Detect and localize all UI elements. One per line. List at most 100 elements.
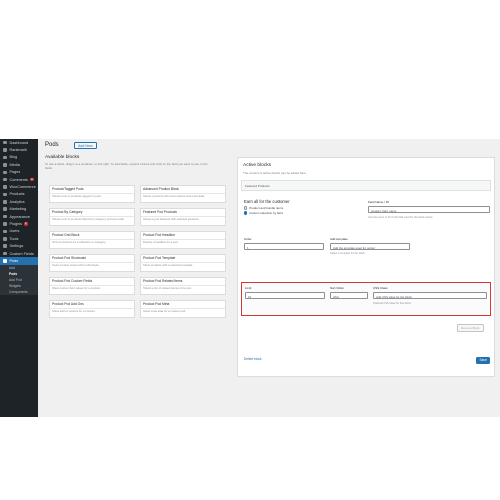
sidebar-item-rankmath[interactable]: Rankmath [0,146,38,153]
block-section-title: Featured Products [245,184,270,188]
sidebar-item-label: Users [9,229,20,234]
sidebar-item-pods[interactable]: Pods [0,257,38,265]
field-name-help: Use the name or ID of the field used for… [368,216,434,219]
block-title: Product Grid Block [50,232,134,240]
sidebar-item-appearance[interactable]: Appearance [0,213,38,220]
comments-count-badge: 3 [29,176,34,182]
add-new-button[interactable]: Add New [74,142,97,150]
block-title: Product Pod Template [141,255,225,263]
brush-icon [3,214,7,219]
sidebar-item-marketing[interactable]: Marketing [0,206,38,213]
block-description: Insert product output with a shortcode. [52,263,100,268]
sidebar-item-label: Media [9,162,20,167]
dashboard-icon [3,140,7,145]
block-title: Product By Category [50,209,134,217]
block-card[interactable]: Product Pod Custom Fields Show custom fie… [49,277,135,295]
radio-unchecked-icon [244,206,248,210]
block-card[interactable]: Product/Tagged Pods Shows a list of produ… [49,185,135,203]
limit-input[interactable]: 10 [245,292,325,299]
sidebar-item-pages[interactable]: Pages [0,169,38,176]
radio-option[interactable]: Product and bundle items [244,206,283,210]
sidebar-item-custom-fields[interactable]: Custom Fields [0,250,38,257]
product-icon [3,192,7,197]
order-input[interactable]: 1 [244,243,324,250]
sidebar-item-label: Comments [9,177,28,182]
add-template-label: Add template [330,237,348,241]
sidebar-item-label: Dashboard [9,140,29,145]
active-blocks-panel: Active blocks The content of active bloc… [237,157,495,377]
sidebar-item-label: Pods [9,258,19,263]
sidebar-item-users[interactable]: Users [0,228,38,235]
wrench-icon [3,237,7,241]
add-template-help: Select a template for the block. [330,252,366,255]
field-name-input[interactable]: product_field_name [368,206,490,213]
plugins-count-badge: 2 [23,221,28,226]
block-description: Display a headline for a pod. [143,240,179,245]
block-description: Show custom field values for a product. [52,286,101,291]
block-card[interactable]: Featured Pod Products Shows a pod feature… [140,208,226,226]
block-card[interactable]: Advanced Product Block Shows products wit… [140,185,226,203]
radio-label: Product and bundle items [249,206,284,210]
radio-label: Custom selection by field [249,211,283,215]
block-card[interactable]: Product Pod Template Show products with a… [140,254,226,272]
block-card[interactable]: Product Pod Headline Display a headline f… [140,231,226,249]
css-class-help: Optional CSS class for this block. [373,302,412,305]
radio-option[interactable]: Custom selection by field [244,211,283,215]
css-class-input[interactable]: Add CSS class for the block [373,292,487,299]
block-title: Product Pod Custom Fields [50,278,134,286]
remove-block-button[interactable]: Remove Block [457,324,484,332]
block-card[interactable]: Product By Category Shows a list of produ… [49,208,135,226]
block-description: Show add on options for a product. [52,309,96,314]
add-template-select[interactable]: Add the template used for output [330,243,410,250]
block-title: Advanced Product Block [141,186,225,194]
block-card[interactable]: Product Grid Block Grid of products for a… [49,231,135,249]
sidebar-item-label: Custom Fields [9,251,34,256]
sidebar-item-comments[interactable]: Comments 3 [0,176,38,183]
sidebar-item-tools[interactable]: Tools [0,235,38,242]
fields-icon [3,251,7,256]
page-title: Pods [45,142,59,148]
plugin-icon [3,222,7,226]
order-label: Order [244,237,252,241]
megaphone-icon [3,207,7,211]
settings-icon [3,244,7,248]
sidebar-item-label: WooCommerce [9,185,36,190]
block-description: Shows products with extra options and me… [143,194,205,199]
block-section-header[interactable]: Featured Products [241,180,491,191]
block-card[interactable]: Product Pod Add Ons Show add on options f… [49,300,135,318]
sidebar-item-plugins[interactable]: Plugins 2 [0,220,38,227]
css-class-label: CSS Class [373,286,388,290]
sidebar-item-label: Blog [9,155,18,160]
block-description: Show products with a selected template. [143,263,194,268]
sidebar-item-media[interactable]: Media [0,161,38,168]
comment-icon [3,177,7,182]
delete-block-link[interactable]: Delete block [244,357,262,361]
page-icon [3,170,7,174]
sidebar-item-settings[interactable]: Settings [0,242,38,249]
available-blocks-description: To use a block, drag it to a container o… [45,162,208,171]
sidebar-item-blog[interactable]: Blog [0,154,38,161]
sidebar-item-woocommerce[interactable]: WooCommerce [0,183,38,190]
sidebar-item-label: Products [9,192,25,197]
woocommerce-icon [3,185,7,189]
sort-order-select[interactable]: ASC [330,292,368,299]
sidebar-item-label: Pages [9,170,21,175]
user-icon [3,229,7,234]
pin-icon [3,155,7,160]
save-button[interactable]: Save [476,357,491,364]
sidebar-item-analytics[interactable]: Analytics [0,198,38,205]
block-card[interactable]: Product Pod Shortcode Insert product outp… [49,254,135,272]
block-title: Product Pod Headline [141,232,225,240]
block-card[interactable]: Product Pod Related Items Shows a list of… [140,277,226,295]
media-icon [3,163,7,167]
rankmath-icon [3,148,7,152]
block-title: Product/Tagged Pods [50,186,134,194]
sidebar-item-dashboard[interactable]: Dashboard [0,139,38,146]
block-description: Show meta data for a product pod. [143,309,186,314]
block-card[interactable]: Product Pod Meta Show meta data for a pro… [140,300,226,318]
block-title: Product Pod Add Ons [50,301,134,309]
sort-order-label: Sort Order [330,286,345,290]
sidebar-item-products[interactable]: Products [0,191,38,198]
sidebar-submenu-item[interactable]: Components [0,288,38,295]
highlighted-field-group: Limit 10 Sort Order ASC CSS Class Add CS… [241,282,491,316]
